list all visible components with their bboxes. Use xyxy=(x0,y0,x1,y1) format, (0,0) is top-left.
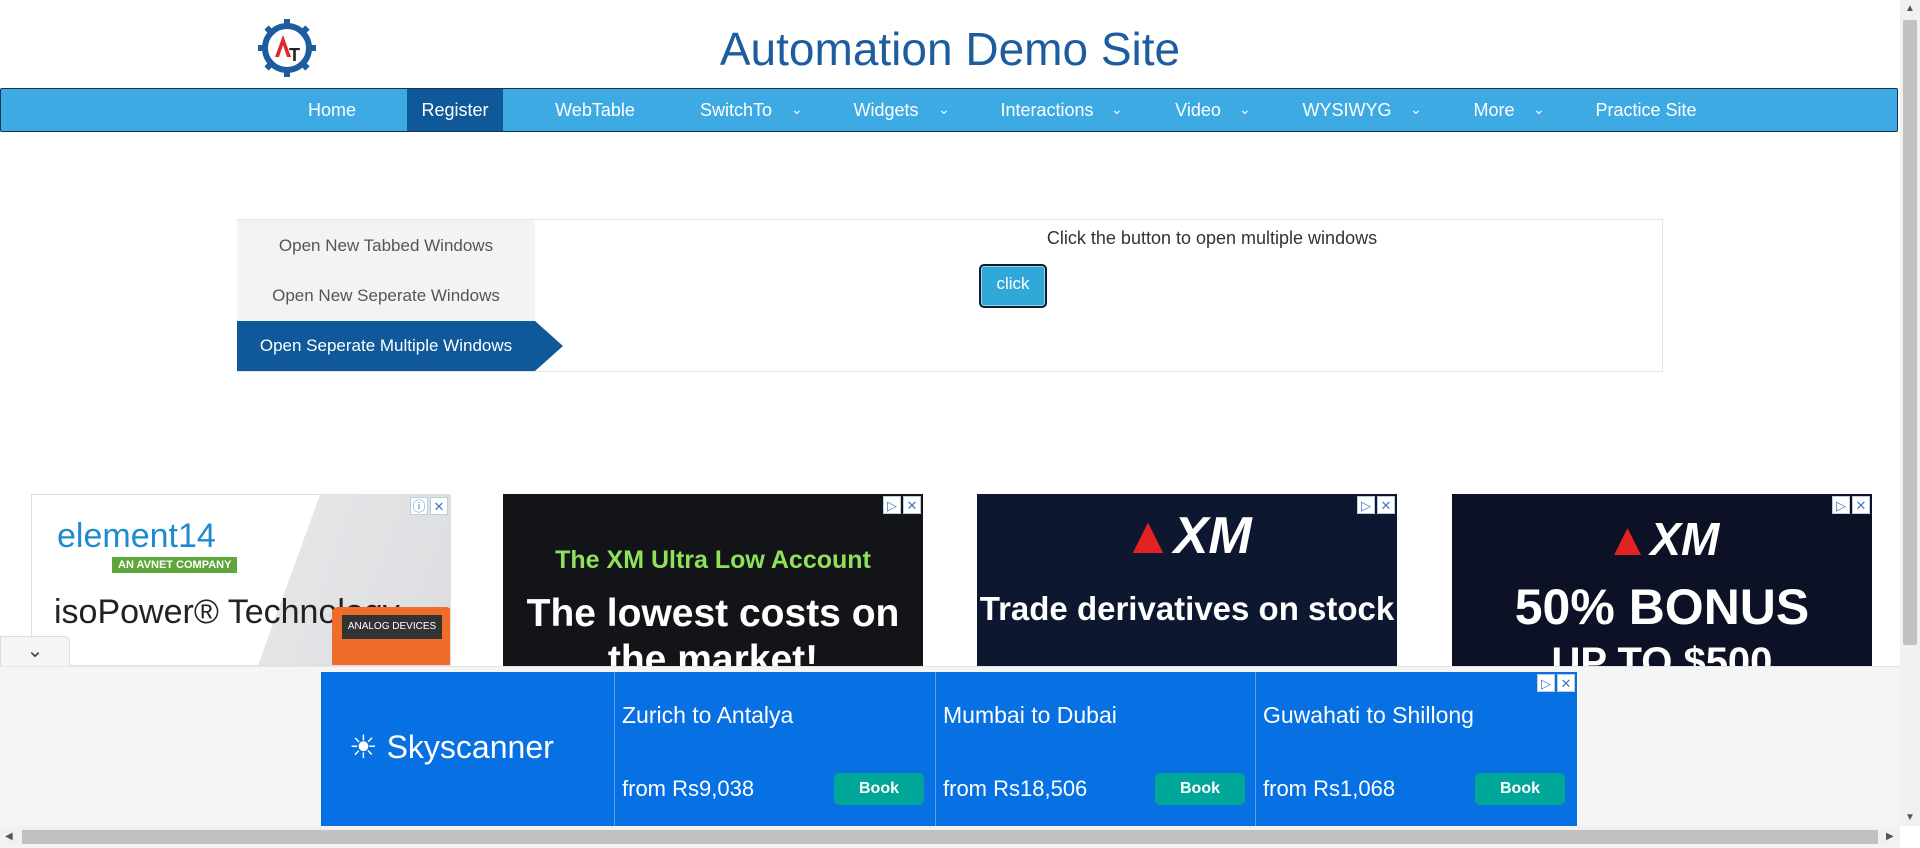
ad-headline: 50% BONUS xyxy=(1514,579,1810,635)
close-icon[interactable]: ✕ xyxy=(1557,674,1575,692)
ad-controls: ▷ ✕ xyxy=(1832,496,1870,514)
adchoices-icon[interactable]: ▷ xyxy=(883,496,901,514)
chip-image: ANALOG DEVICES xyxy=(332,607,450,665)
ad-subline: UP TO $500 xyxy=(1551,640,1773,666)
deal-route: Zurich to Antalya xyxy=(622,702,794,728)
vertical-scroll-thumb[interactable] xyxy=(1903,20,1917,645)
page-title: Automation Demo Site xyxy=(719,23,1181,75)
nav-switchto[interactable]: SwitchTo xyxy=(691,89,781,131)
nav-more[interactable]: More xyxy=(1467,89,1521,131)
chevron-down-icon: ⌄ xyxy=(26,640,44,662)
nav-home[interactable]: Home xyxy=(291,89,373,131)
chevron-down-icon[interactable]: ⌄ xyxy=(791,89,803,131)
adchoices-icon[interactable]: ▷ xyxy=(1357,496,1375,514)
chevron-down-icon[interactable]: ⌄ xyxy=(1533,89,1545,131)
chevron-down-icon[interactable]: ⌄ xyxy=(1410,89,1422,131)
deal-card[interactable]: Mumbai to Dubai from Rs18,506 Book xyxy=(935,672,1255,827)
close-icon[interactable]: ✕ xyxy=(430,497,448,515)
chevron-down-icon[interactable]: ⌄ xyxy=(1239,89,1251,131)
nav-widgets[interactable]: Widgets xyxy=(846,89,926,131)
ad-controls: ▷ ✕ xyxy=(1357,496,1395,514)
tab-open-seperate-multiple-windows[interactable]: Open Seperate Multiple Windows xyxy=(237,321,535,371)
xm-logo: ▲XM xyxy=(1452,512,1872,566)
scroll-right-icon[interactable]: ▶ xyxy=(1886,831,1894,842)
chip-label: ANALOG DEVICES xyxy=(342,615,442,639)
skyscanner-ad[interactable]: ☀ Skyscanner Zurich to Antalya from Rs9,… xyxy=(321,672,1577,827)
chevron-down-icon[interactable]: ⌄ xyxy=(1111,89,1123,131)
book-button[interactable]: Book xyxy=(1475,773,1565,805)
ad-controls: ▷ ✕ xyxy=(1537,674,1575,692)
xm-logo-text: XM xyxy=(1650,513,1720,565)
book-button[interactable]: Book xyxy=(834,773,924,805)
book-button[interactable]: Book xyxy=(1155,773,1245,805)
chevron-down-icon[interactable]: ⌄ xyxy=(938,89,950,131)
ad-xm-trade[interactable]: ▲XM Trade derivatives on stock ▷ ✕ xyxy=(977,494,1397,666)
ad-tagline: The XM Ultra Low Account xyxy=(555,546,871,574)
close-icon[interactable]: ✕ xyxy=(903,496,921,514)
ad-info-icon[interactable]: ⓘ xyxy=(410,497,428,515)
deal-price: from Rs1,068 xyxy=(1263,776,1396,801)
deal-price: from Rs18,506 xyxy=(943,776,1088,801)
xm-logo: ▲XM xyxy=(977,506,1397,566)
deal-route: Guwahati to Shillong xyxy=(1263,702,1474,728)
close-icon[interactable]: ✕ xyxy=(1377,496,1395,514)
skyscanner-brand: ☀ Skyscanner xyxy=(349,729,554,765)
tab-open-new-tabbed-windows[interactable]: Open New Tabbed Windows xyxy=(237,221,535,271)
click-button[interactable]: click xyxy=(979,264,1047,308)
nav-webtable[interactable]: WebTable xyxy=(541,89,649,131)
deal-route: Mumbai to Dubai xyxy=(943,702,1117,728)
scroll-left-icon[interactable]: ◀ xyxy=(5,831,13,842)
ad-element14[interactable]: element14 AN AVNET COMPANY isoPower® Tec… xyxy=(31,494,451,666)
tab-open-new-seperate-windows[interactable]: Open New Seperate Windows xyxy=(237,271,535,321)
collapse-ad-button[interactable]: ⌄ xyxy=(0,636,70,666)
nav-wysiwyg[interactable]: WYSIWYG xyxy=(1299,89,1395,131)
nav-interactions[interactable]: Interactions xyxy=(995,89,1099,131)
nav-video[interactable]: Video xyxy=(1168,89,1228,131)
adchoices-icon[interactable]: ▷ xyxy=(1832,496,1850,514)
ad-controls: ⓘ ✕ xyxy=(410,497,448,515)
instruction-text: Click the button to open multiple window… xyxy=(1046,228,1378,248)
ad-subbrand: AN AVNET COMPANY xyxy=(112,557,238,573)
ad-xm-ultra-low[interactable]: The XM Ultra Low Account The lowest cost… xyxy=(503,494,923,666)
deal-card[interactable]: Zurich to Antalya from Rs9,038 Book xyxy=(614,672,934,827)
ad-xm-bonus[interactable]: ▲XM 50% BONUS UP TO $500 ▷ ✕ xyxy=(1452,494,1872,666)
ad-headline: The lowest costs on the market! xyxy=(526,592,900,666)
xm-logo-text: XM xyxy=(1173,507,1252,565)
active-tab-arrow xyxy=(535,321,563,371)
deal-card[interactable]: Guwahati to Shillong from Rs1,068 Book xyxy=(1255,672,1575,827)
scroll-down-icon[interactable]: ▼ xyxy=(1905,812,1915,823)
nav-register[interactable]: Register xyxy=(407,89,503,131)
xm-bull-icon: ▲ xyxy=(1122,507,1174,565)
ad-headline: Trade derivatives on stock xyxy=(979,590,1395,627)
ad-controls: ▷ ✕ xyxy=(883,496,921,514)
scroll-up-icon[interactable]: ▲ xyxy=(1905,3,1915,14)
deal-price: from Rs9,038 xyxy=(622,776,755,801)
close-icon[interactable]: ✕ xyxy=(1852,496,1870,514)
main-navbar: Home Register WebTable SwitchTo ⌄ Widget… xyxy=(0,88,1898,132)
ad-brand: element14 xyxy=(57,517,216,555)
skyscanner-brand-text: Skyscanner xyxy=(386,729,554,765)
xm-bull-icon: ▲ xyxy=(1604,513,1651,565)
horizontal-scroll-thumb[interactable] xyxy=(22,830,1878,844)
nav-practice-site[interactable]: Practice Site xyxy=(1589,89,1703,131)
adchoices-icon[interactable]: ▷ xyxy=(1537,674,1555,692)
